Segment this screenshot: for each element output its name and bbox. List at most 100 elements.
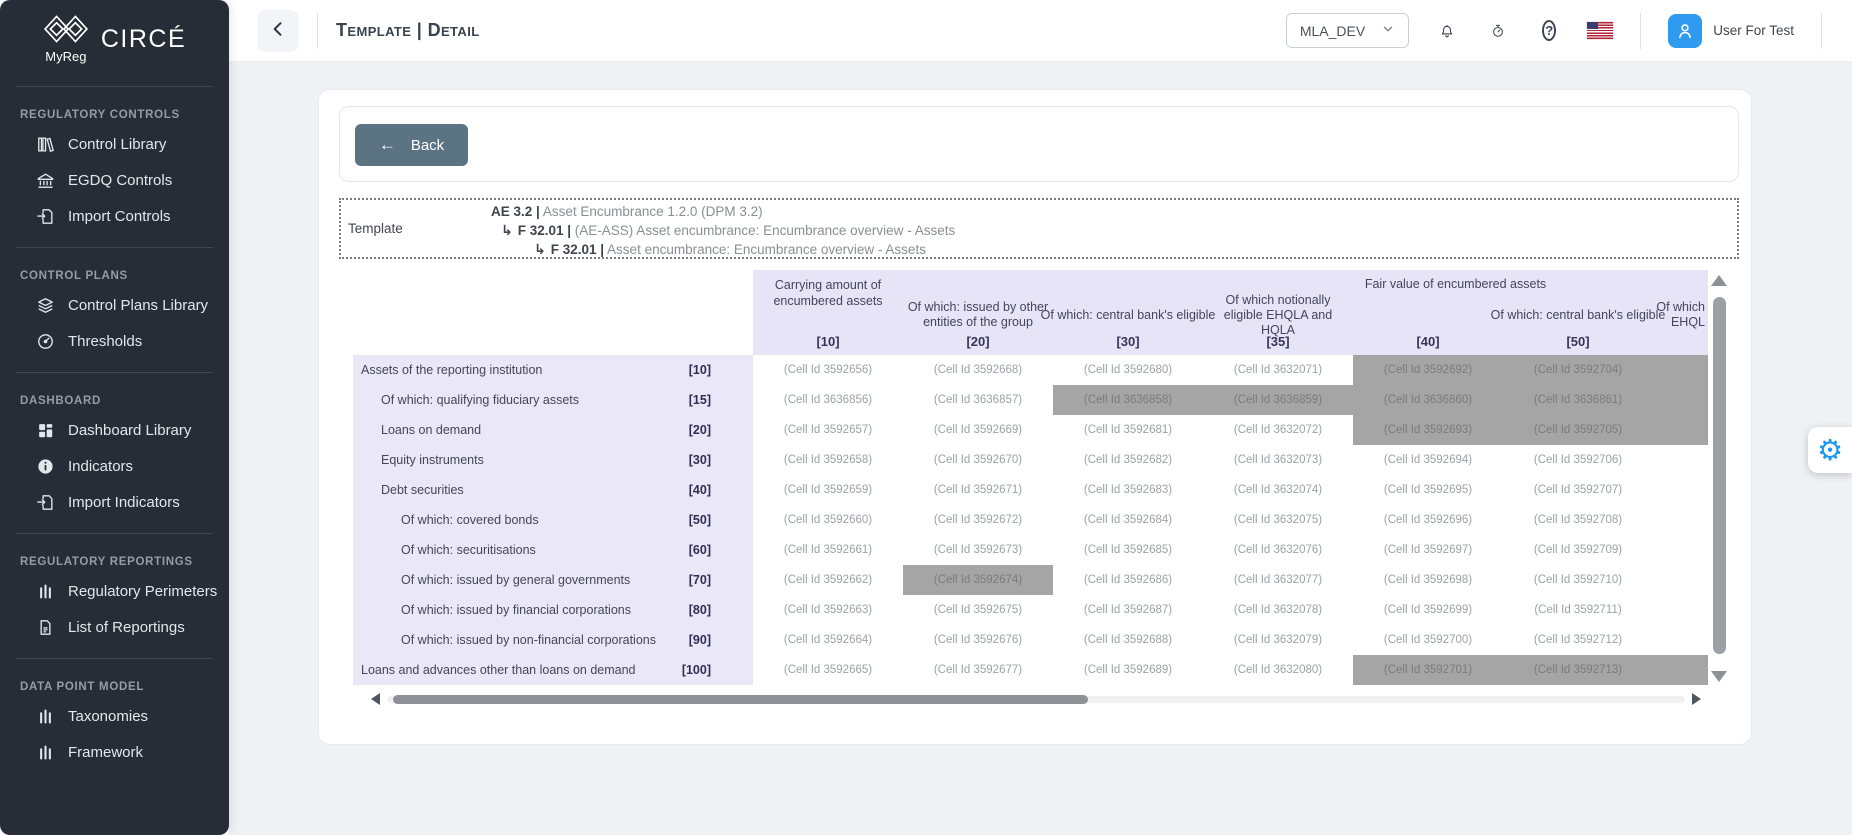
data-cell[interactable]: (Cell Id 3592669): [903, 415, 1053, 445]
data-cell[interactable]: (Cell Id 3636858): [1053, 385, 1203, 415]
sidebar-item-taxonomies[interactable]: Taxonomies: [0, 698, 229, 734]
sidebar-item-framework[interactable]: Framework: [0, 734, 229, 770]
sidebar-item-control-library[interactable]: Control Library: [0, 126, 229, 162]
data-cell-partial[interactable]: [1653, 475, 1708, 505]
data-cell[interactable]: (Cell Id 3592661): [753, 535, 903, 565]
data-cell[interactable]: (Cell Id 3592712): [1503, 625, 1653, 655]
data-cell-partial[interactable]: [1653, 655, 1708, 685]
data-cell[interactable]: (Cell Id 3592692): [1353, 355, 1503, 385]
data-cell-partial[interactable]: [1653, 445, 1708, 475]
data-cell-partial[interactable]: [1653, 565, 1708, 595]
scroll-left-arrow[interactable]: [371, 693, 380, 705]
data-cell[interactable]: (Cell Id 3636860): [1353, 385, 1503, 415]
back-chevron-button[interactable]: [257, 9, 299, 52]
sidebar-item-egdq-controls[interactable]: EGDQ Controls: [0, 162, 229, 198]
data-cell[interactable]: (Cell Id 3632072): [1203, 415, 1353, 445]
data-cell[interactable]: (Cell Id 3632080): [1203, 655, 1353, 685]
data-cell[interactable]: (Cell Id 3636857): [903, 385, 1053, 415]
data-cell[interactable]: (Cell Id 3592707): [1503, 475, 1653, 505]
data-cell[interactable]: (Cell Id 3592713): [1503, 655, 1653, 685]
vertical-scroll-thumb[interactable]: [1713, 297, 1726, 654]
data-cell[interactable]: (Cell Id 3632078): [1203, 595, 1353, 625]
data-cell-partial[interactable]: [1653, 355, 1708, 385]
settings-gear-button[interactable]: ⚙: [1808, 427, 1852, 473]
back-button[interactable]: ← Back: [355, 124, 468, 166]
notifications-bell-icon[interactable]: [1434, 18, 1460, 44]
horizontal-scrollbar[interactable]: [371, 691, 1701, 707]
data-cell[interactable]: (Cell Id 3592680): [1053, 355, 1203, 385]
data-cell-partial[interactable]: [1653, 595, 1708, 625]
data-cell[interactable]: (Cell Id 3592709): [1503, 535, 1653, 565]
data-cell[interactable]: (Cell Id 3592695): [1353, 475, 1503, 505]
data-cell[interactable]: (Cell Id 3592688): [1053, 625, 1203, 655]
data-cell[interactable]: (Cell Id 3592701): [1353, 655, 1503, 685]
timer-stopwatch-icon[interactable]: [1485, 18, 1511, 44]
data-cell[interactable]: (Cell Id 3592693): [1353, 415, 1503, 445]
data-cell[interactable]: (Cell Id 3592711): [1503, 595, 1653, 625]
data-cell[interactable]: (Cell Id 3592675): [903, 595, 1053, 625]
user-menu[interactable]: User For Test: [1668, 13, 1794, 48]
us-flag-icon[interactable]: [1587, 22, 1614, 39]
scroll-up-arrow[interactable]: [1711, 275, 1727, 286]
data-cell-partial[interactable]: [1653, 505, 1708, 535]
data-cell[interactable]: (Cell Id 3592700): [1353, 625, 1503, 655]
data-cell[interactable]: (Cell Id 3592704): [1503, 355, 1653, 385]
sidebar-item-regulatory-perimeters[interactable]: Regulatory Perimeters: [0, 573, 229, 609]
data-cell[interactable]: (Cell Id 3632077): [1203, 565, 1353, 595]
sidebar-item-thresholds[interactable]: Thresholds: [0, 323, 229, 359]
data-cell[interactable]: (Cell Id 3592668): [903, 355, 1053, 385]
data-cell[interactable]: (Cell Id 3592670): [903, 445, 1053, 475]
data-cell[interactable]: (Cell Id 3592681): [1053, 415, 1203, 445]
data-cell[interactable]: (Cell Id 3636861): [1503, 385, 1653, 415]
data-cell[interactable]: (Cell Id 3636856): [753, 385, 903, 415]
data-cell[interactable]: (Cell Id 3592672): [903, 505, 1053, 535]
data-cell[interactable]: (Cell Id 3592658): [753, 445, 903, 475]
sidebar-item-import-indicators[interactable]: Import Indicators: [0, 484, 229, 520]
data-cell[interactable]: (Cell Id 3592698): [1353, 565, 1503, 595]
data-cell[interactable]: (Cell Id 3632075): [1203, 505, 1353, 535]
data-cell[interactable]: (Cell Id 3592685): [1053, 535, 1203, 565]
scroll-down-arrow[interactable]: [1711, 671, 1727, 682]
data-cell[interactable]: (Cell Id 3592671): [903, 475, 1053, 505]
data-cell[interactable]: (Cell Id 3592682): [1053, 445, 1203, 475]
data-cell[interactable]: (Cell Id 3632076): [1203, 535, 1353, 565]
data-cell[interactable]: (Cell Id 3592708): [1503, 505, 1653, 535]
data-cell[interactable]: (Cell Id 3592706): [1503, 445, 1653, 475]
data-cell[interactable]: (Cell Id 3592696): [1353, 505, 1503, 535]
data-cell[interactable]: (Cell Id 3632079): [1203, 625, 1353, 655]
data-cell[interactable]: (Cell Id 3592710): [1503, 565, 1653, 595]
data-cell[interactable]: (Cell Id 3592665): [753, 655, 903, 685]
environment-select[interactable]: MLA_DEV: [1285, 13, 1410, 48]
data-cell-partial[interactable]: [1653, 535, 1708, 565]
data-cell[interactable]: (Cell Id 3592687): [1053, 595, 1203, 625]
data-cell-partial[interactable]: [1653, 385, 1708, 415]
data-cell[interactable]: (Cell Id 3592683): [1053, 475, 1203, 505]
scroll-right-arrow[interactable]: [1692, 693, 1701, 705]
data-cell[interactable]: (Cell Id 3632073): [1203, 445, 1353, 475]
sidebar-item-control-plans-library[interactable]: Control Plans Library: [0, 287, 229, 323]
vertical-scrollbar[interactable]: [1711, 270, 1728, 685]
data-cell[interactable]: (Cell Id 3592664): [753, 625, 903, 655]
data-cell[interactable]: (Cell Id 3592689): [1053, 655, 1203, 685]
data-cell-partial[interactable]: [1653, 415, 1708, 445]
data-cell[interactable]: (Cell Id 3592684): [1053, 505, 1203, 535]
data-cell[interactable]: (Cell Id 3592699): [1353, 595, 1503, 625]
data-cell[interactable]: (Cell Id 3592705): [1503, 415, 1653, 445]
data-cell[interactable]: (Cell Id 3592677): [903, 655, 1053, 685]
sidebar-item-dashboard-library[interactable]: Dashboard Library: [0, 412, 229, 448]
data-cell[interactable]: (Cell Id 3592697): [1353, 535, 1503, 565]
data-cell[interactable]: (Cell Id 3592656): [753, 355, 903, 385]
data-cell[interactable]: (Cell Id 3592686): [1053, 565, 1203, 595]
data-cell[interactable]: (Cell Id 3636859): [1203, 385, 1353, 415]
help-icon[interactable]: ?: [1536, 18, 1562, 44]
data-cell[interactable]: (Cell Id 3592663): [753, 595, 903, 625]
data-cell[interactable]: (Cell Id 3592662): [753, 565, 903, 595]
data-cell-partial[interactable]: [1653, 625, 1708, 655]
data-cell[interactable]: (Cell Id 3592694): [1353, 445, 1503, 475]
data-cell[interactable]: (Cell Id 3632071): [1203, 355, 1353, 385]
data-cell[interactable]: (Cell Id 3592660): [753, 505, 903, 535]
data-cell[interactable]: (Cell Id 3592674): [903, 565, 1053, 595]
horizontal-scroll-thumb[interactable]: [393, 695, 1088, 704]
sidebar-item-indicators[interactable]: Indicators: [0, 448, 229, 484]
data-cell[interactable]: (Cell Id 3632074): [1203, 475, 1353, 505]
